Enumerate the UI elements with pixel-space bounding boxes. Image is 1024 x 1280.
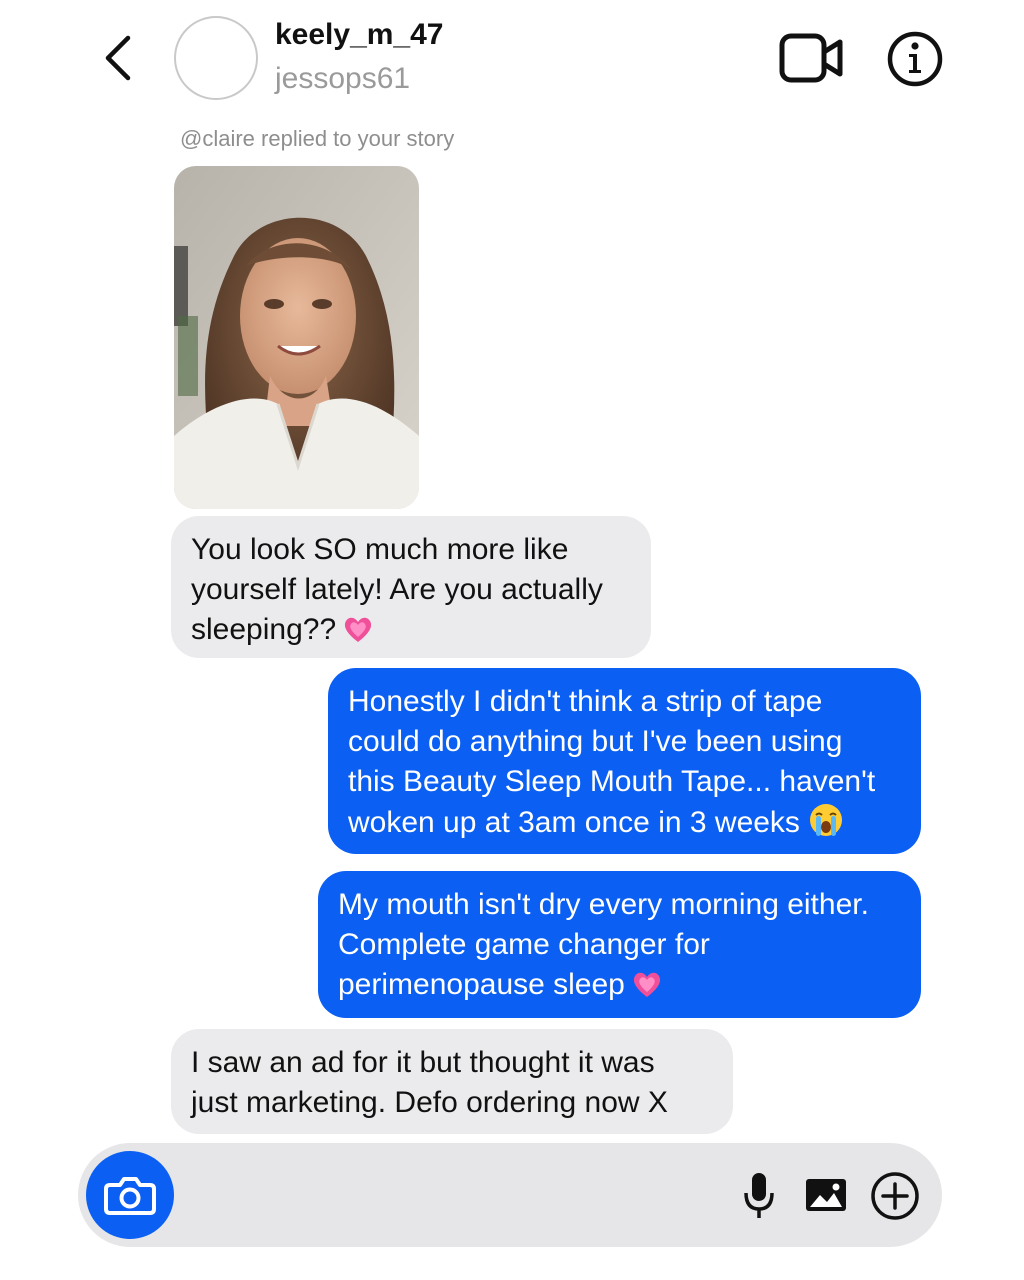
message-outgoing[interactable]: Honestly I didn't think a strip of tape … bbox=[328, 668, 921, 854]
message-composer bbox=[78, 1143, 942, 1247]
message-input[interactable] bbox=[188, 1163, 732, 1229]
story-photo[interactable] bbox=[174, 166, 419, 509]
message-line: this Beauty Sleep Mouth Tape... haven't bbox=[348, 765, 876, 798]
message-line: Complete game changer for bbox=[338, 928, 710, 961]
story-reply-note: @claire replied to your story bbox=[180, 126, 455, 151]
message-line: woken up at 3am once in 3 weeks bbox=[348, 806, 800, 839]
pink-heart-emoji-icon bbox=[633, 972, 660, 997]
add-circle-icon[interactable] bbox=[870, 1171, 920, 1221]
back-arrow-icon[interactable] bbox=[96, 30, 144, 86]
message-line: I saw an ad for it but thought it was bbox=[191, 1046, 655, 1079]
message-line: sleeping?? bbox=[191, 613, 337, 646]
message-line: could do anything but I've been using bbox=[348, 725, 843, 758]
message-line: just marketing. Defo ordering now X bbox=[191, 1086, 668, 1119]
gallery-icon[interactable] bbox=[804, 1177, 848, 1213]
chat-header: keely_m_47 jessops61 bbox=[0, 0, 1024, 120]
message-line: Honestly I didn't think a strip of tape bbox=[348, 685, 823, 718]
microphone-icon[interactable] bbox=[742, 1171, 776, 1221]
chat-handle: jessops61 bbox=[275, 62, 411, 95]
message-incoming[interactable]: You look SO much more like yourself late… bbox=[171, 516, 651, 658]
avatar[interactable] bbox=[174, 16, 258, 100]
message-incoming[interactable]: I saw an ad for it but thought it was ju… bbox=[171, 1029, 733, 1134]
camera-icon[interactable] bbox=[86, 1151, 174, 1239]
info-icon[interactable] bbox=[886, 30, 944, 88]
message-outgoing[interactable]: My mouth isn't dry every morning either.… bbox=[318, 871, 921, 1018]
pink-heart-emoji-icon bbox=[345, 617, 372, 642]
message-line: You look SO much more like bbox=[191, 533, 569, 566]
crying-face-emoji-icon bbox=[809, 804, 842, 836]
message-line: yourself lately! Are you actually bbox=[191, 573, 603, 606]
video-call-icon[interactable] bbox=[778, 30, 844, 86]
chat-username[interactable]: keely_m_47 bbox=[275, 18, 444, 52]
message-line: perimenopause sleep bbox=[338, 968, 625, 1001]
message-line: My mouth isn't dry every morning either. bbox=[338, 888, 869, 921]
